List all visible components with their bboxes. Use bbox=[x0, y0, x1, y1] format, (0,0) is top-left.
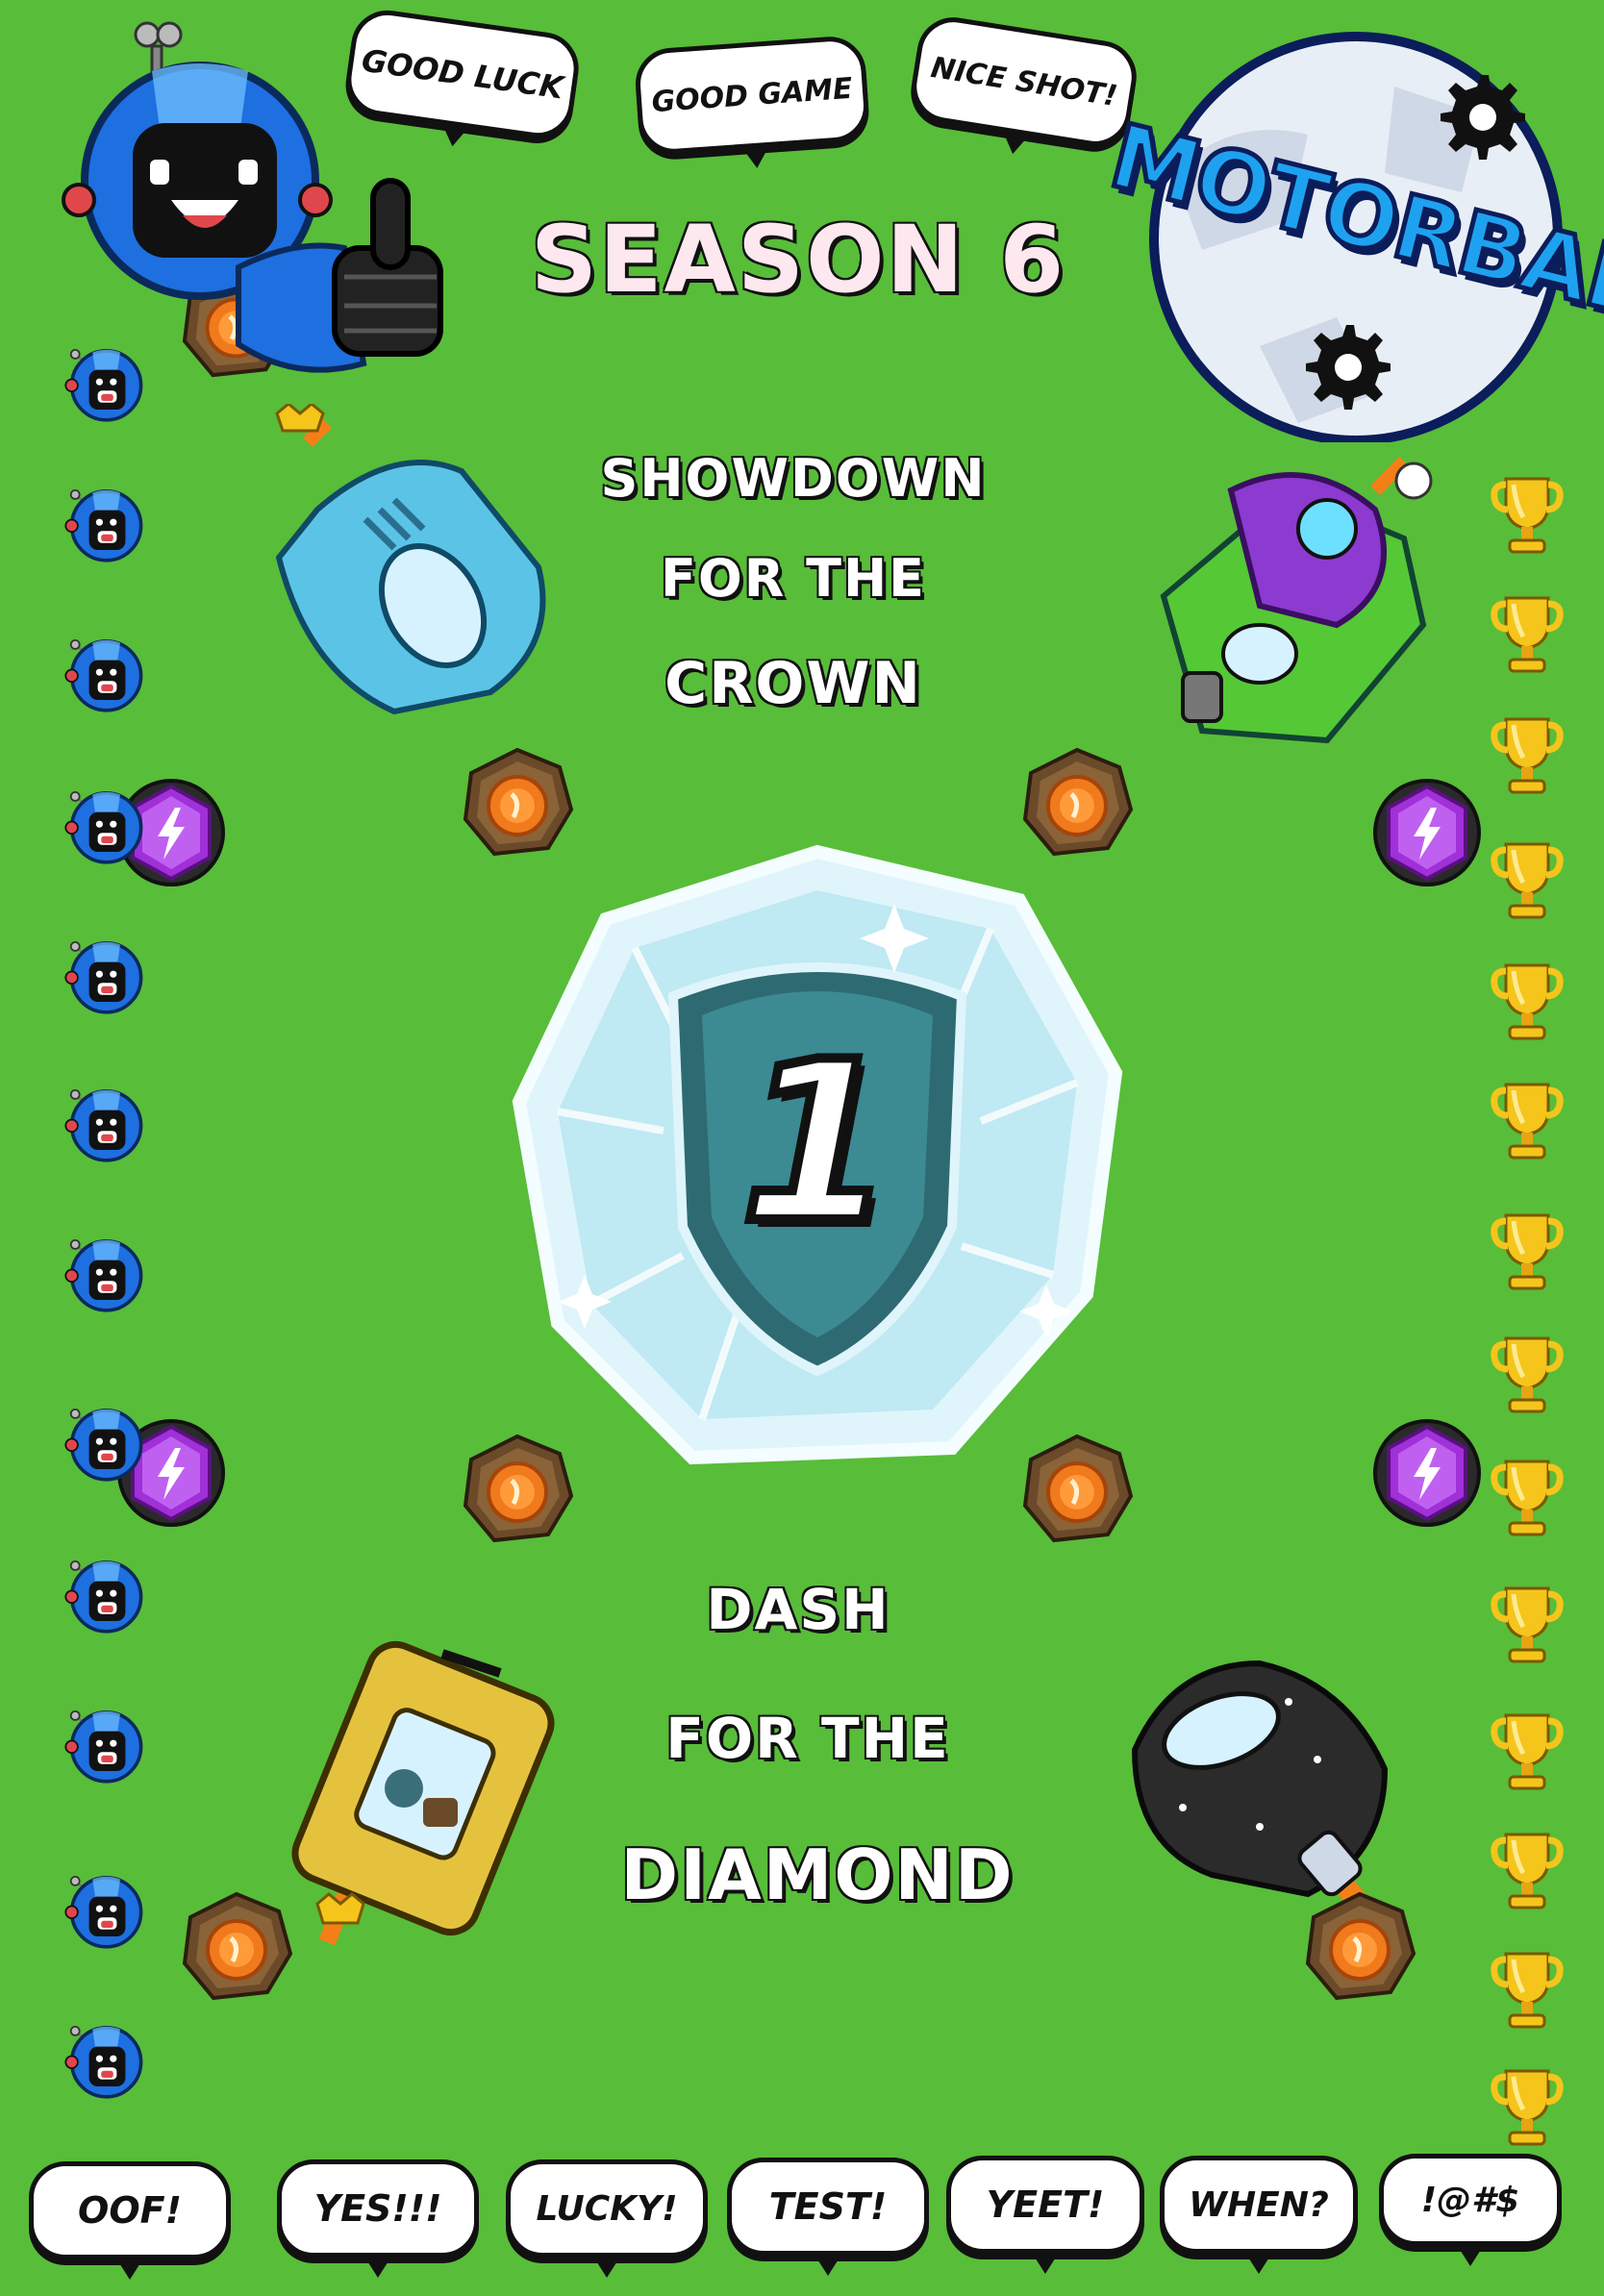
quick-chat-lucky[interactable]: LUCKY! bbox=[506, 2159, 708, 2278]
robot-head-icon bbox=[63, 1088, 143, 1162]
robot-head-icon bbox=[63, 1408, 143, 1482]
lightning-gem-icon bbox=[1373, 779, 1481, 886]
quick-chat-test[interactable]: TEST! bbox=[727, 2158, 929, 2276]
tagline-crown-line-2: FOR THE bbox=[659, 547, 927, 611]
quick-chat-yeet[interactable]: YEET! bbox=[946, 2156, 1144, 2274]
rank-number: 1 bbox=[736, 1011, 899, 1277]
rank-badge: 1 bbox=[500, 842, 1135, 1477]
trophy-icon bbox=[1489, 1827, 1566, 1913]
car-icon bbox=[250, 402, 567, 731]
quick-chat-label: LUCKY! bbox=[536, 2188, 678, 2229]
coin-icon bbox=[1019, 746, 1135, 861]
motorball-logo: MOTORBALL bbox=[1098, 29, 1604, 445]
tagline-diamond-line-3: DIAMOND bbox=[619, 1834, 1015, 1917]
quick-chat-label: GOOD GAME bbox=[650, 71, 854, 119]
tagline-crown-line-3: CROWN bbox=[664, 649, 922, 719]
trophy-icon bbox=[1489, 1208, 1566, 1294]
trophy-icon bbox=[1489, 1331, 1566, 1417]
car-icon bbox=[260, 1625, 577, 1971]
trophy-icon bbox=[1489, 1946, 1566, 2033]
trophy-icon bbox=[1489, 711, 1566, 798]
quick-chat-label: YEET! bbox=[986, 2184, 1105, 2226]
coin-icon bbox=[1302, 1890, 1417, 2006]
coin-icon bbox=[179, 1890, 294, 2006]
coin-icon bbox=[460, 1433, 575, 1548]
trophy-icon bbox=[1489, 2063, 1566, 2150]
robot-head-icon bbox=[63, 790, 143, 864]
tagline-diamond-line-2: FOR THE bbox=[664, 1705, 950, 1773]
tagline-diamond-line-1: DASH bbox=[705, 1576, 890, 1644]
robot-head-icon bbox=[63, 1710, 143, 1784]
trophy-icon bbox=[1489, 1454, 1566, 1540]
trophy-icon bbox=[1489, 590, 1566, 677]
robot-head-icon bbox=[63, 1238, 143, 1312]
quick-chat-oof[interactable]: OOF! bbox=[29, 2161, 231, 2280]
coin-icon bbox=[1019, 1433, 1135, 1548]
season-title: SEASON 6 bbox=[529, 205, 1066, 315]
robot-head-icon bbox=[63, 488, 143, 562]
quick-chat-label: GOOD LUCK bbox=[359, 41, 566, 107]
tagline-crown-line-1: SHOWDOWN bbox=[599, 447, 987, 511]
trophy-icon bbox=[1489, 1708, 1566, 1794]
coin-icon bbox=[460, 746, 575, 861]
robot-head-icon bbox=[63, 1560, 143, 1634]
quick-chat-label: !@#$ bbox=[1420, 2180, 1520, 2220]
quick-chat-label: OOF! bbox=[78, 2189, 182, 2232]
robot-head-icon bbox=[63, 1875, 143, 1949]
trophy-icon bbox=[1489, 958, 1566, 1044]
quick-chat-label: NICE SHOT! bbox=[928, 50, 1120, 113]
robot-head-icon bbox=[63, 2025, 143, 2099]
quick-chat-yes[interactable]: YES!!! bbox=[277, 2159, 479, 2278]
robot-head-icon bbox=[63, 940, 143, 1014]
quick-chat-label: TEST! bbox=[768, 2185, 888, 2228]
trophy-icon bbox=[1489, 1077, 1566, 1163]
quick-chat-nice-shot[interactable]: NICE SHOT! bbox=[906, 12, 1142, 152]
trophy-icon bbox=[1489, 836, 1566, 923]
quick-chat-good-game[interactable]: GOOD GAME bbox=[633, 34, 871, 157]
robot-head-icon bbox=[63, 638, 143, 712]
quick-chat-label: YES!!! bbox=[313, 2187, 442, 2230]
robot-head-icon bbox=[63, 348, 143, 422]
quick-chat-when[interactable]: WHEN? bbox=[1160, 2156, 1358, 2274]
car-icon bbox=[1115, 452, 1442, 769]
quick-chat-symbols[interactable]: !@#$ bbox=[1379, 2154, 1562, 2266]
lightning-gem-icon bbox=[1373, 1419, 1481, 1527]
trophy-icon bbox=[1489, 471, 1566, 558]
quick-chat-label: WHEN? bbox=[1189, 2184, 1329, 2225]
trophy-icon bbox=[1489, 1581, 1566, 1667]
